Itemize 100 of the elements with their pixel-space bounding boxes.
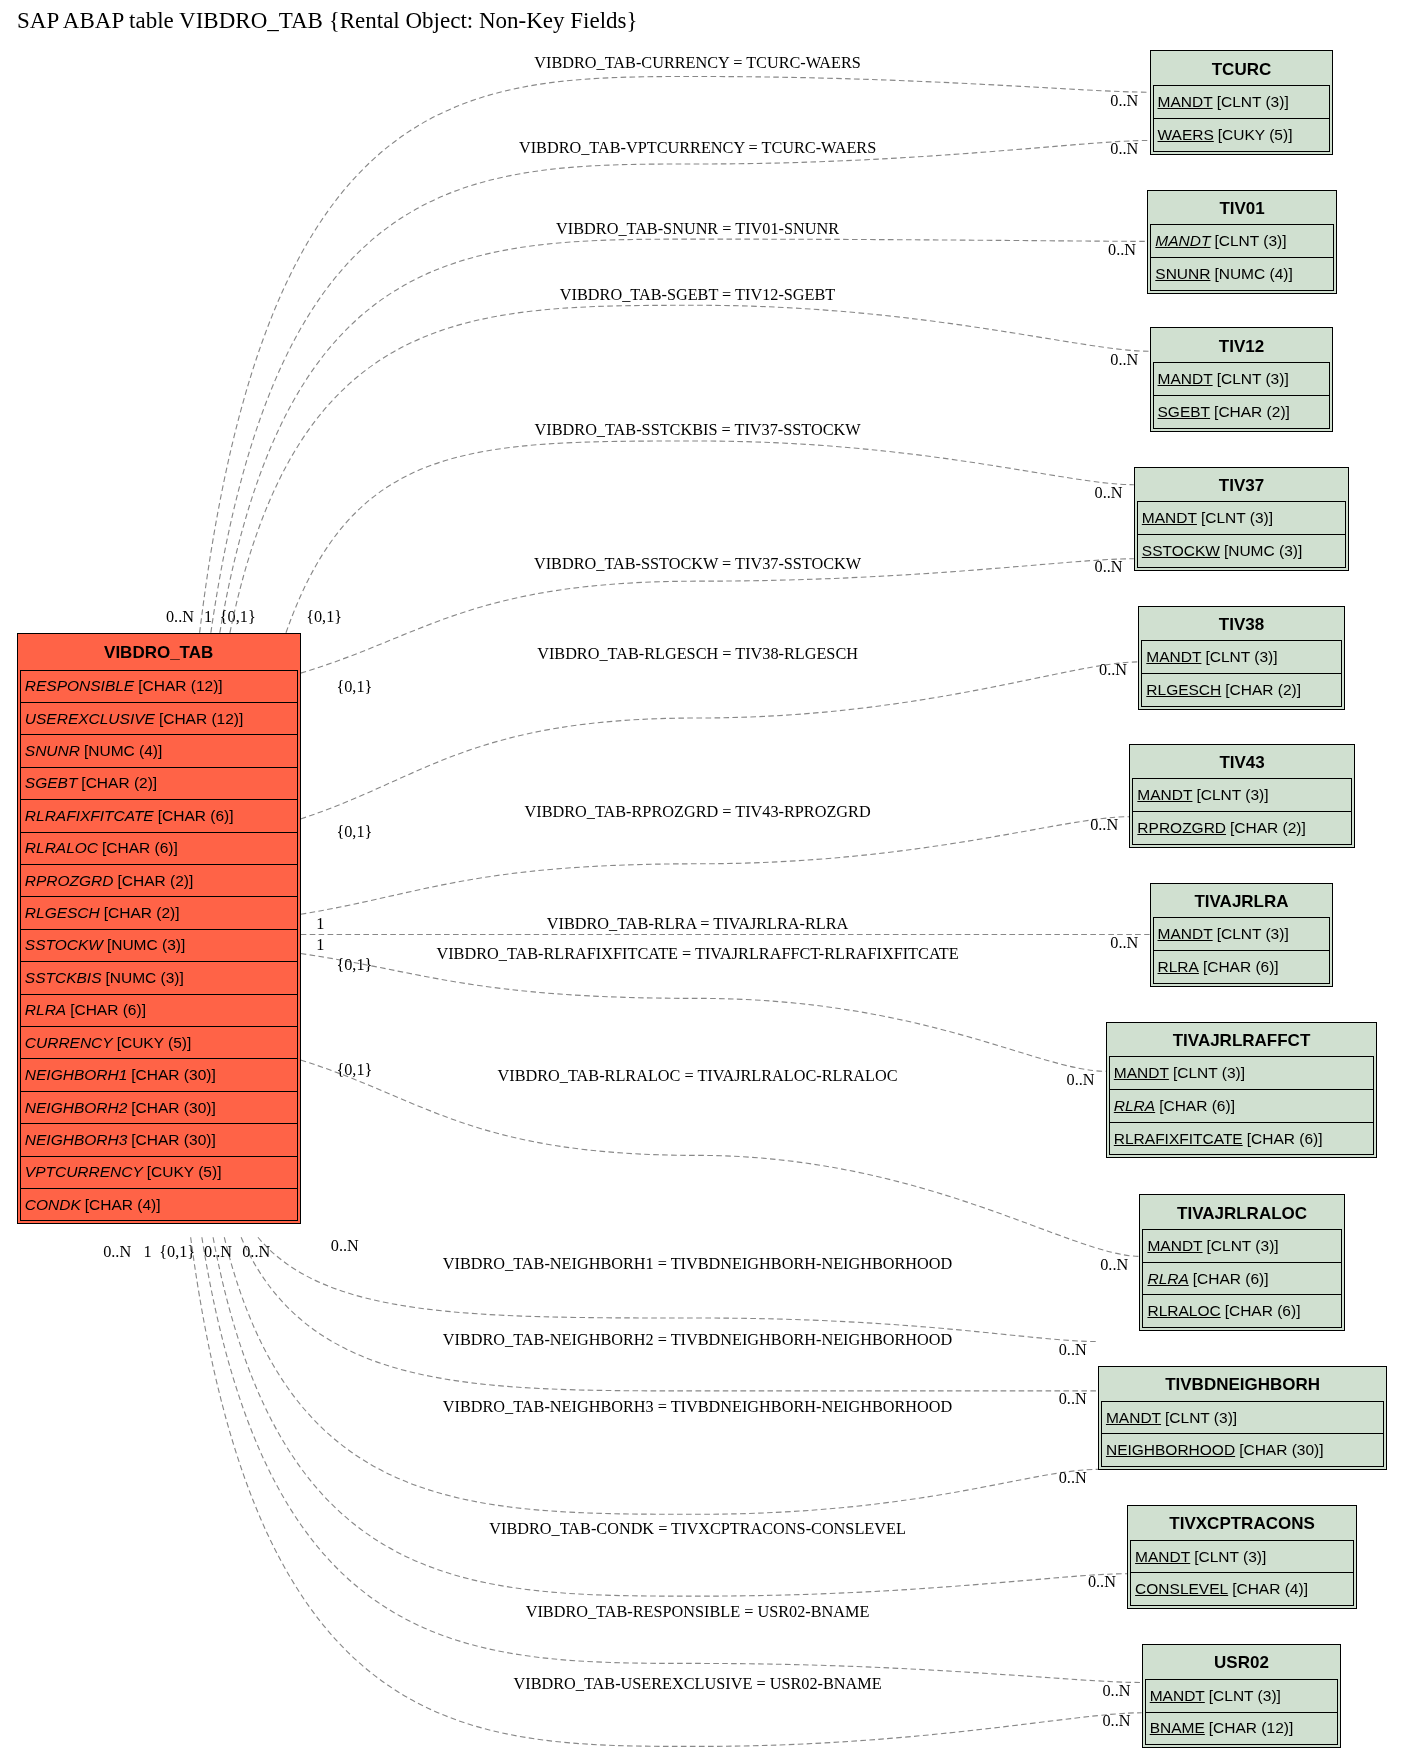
table-name: TIV12 <box>1217 335 1266 358</box>
field-type: [CHAR (2)] <box>1214 402 1290 421</box>
relationship-label: VIBDRO_TAB-NEIGHBORH2 = TIVBDNEIGHBORH-NEIGHBORHOOD <box>442 1330 953 1349</box>
relationship-label: VIBDRO_TAB-RLRAFIXFITCATE = TIVAJRLRAFFCT-RLRAFIXFITCATE <box>436 945 959 964</box>
field-type: [CHAR (2)] <box>81 774 158 793</box>
relationship-label: VIBDRO_TAB-VPTCURRENCY = TCURC-WAERS <box>518 138 877 157</box>
field-name: VPTCURRENCY <box>24 1163 143 1182</box>
cardinality-label: 0..N <box>1058 1341 1087 1359</box>
field-name: NEIGHBORHOOD <box>1105 1441 1236 1460</box>
cardinality-label: 0..N <box>1110 91 1139 110</box>
cardinality-label: 0..N <box>1094 484 1123 503</box>
cardinality-label: 0..N <box>204 1243 233 1262</box>
table-name: TIV43 <box>1218 751 1266 774</box>
field-type: [NUMC (3)] <box>106 936 186 955</box>
field-name: RLRALOC <box>24 839 99 858</box>
field-type: [CHAR (2)] <box>1225 680 1302 699</box>
table-name: TIV01 <box>1218 197 1266 220</box>
field-name: SNUNR <box>24 742 80 761</box>
field-name: SSTOCKW <box>24 936 103 955</box>
field-type: [CHAR (30)] <box>1239 1441 1324 1460</box>
cardinality-label: 0..N <box>1087 1573 1116 1592</box>
field-type: [CHAR (30)] <box>131 1098 216 1117</box>
field-name: RESPONSIBLE <box>24 677 135 696</box>
cardinality-label: 0..N <box>1100 1255 1129 1274</box>
field-type: [CLNT (3)] <box>1214 232 1287 251</box>
field-name: NEIGHBORH3 <box>24 1130 128 1149</box>
table-name: TIVAJRLRAFFCT <box>1171 1030 1312 1053</box>
field-name: WAERS <box>1157 125 1214 144</box>
cardinality-label: 0..N <box>330 1236 359 1255</box>
field-name: RLRAFIXFITCATE <box>24 806 154 825</box>
field-type: [NUMC (4)] <box>1214 264 1293 283</box>
cardinality-label: {0,1} <box>306 607 343 626</box>
table-name: TIVAJRLRALOC <box>1176 1202 1309 1225</box>
relationship-label: VIBDRO_TAB-RLRALOC = TIVAJRLRALOC-RLRALOC <box>497 1067 898 1086</box>
field-name: CONSLEVEL <box>1135 1580 1229 1599</box>
relationship-label: VIBDRO_TAB-SSTOCKW = TIV37-SSTOCKW <box>534 554 862 573</box>
field-type: [CLNT (3)] <box>1200 509 1273 528</box>
field-type: [CHAR (30)] <box>131 1130 216 1149</box>
field-name: MANDT <box>1105 1408 1162 1427</box>
cardinality-label: 0..N <box>1110 933 1139 952</box>
field-type: [CLNT (3)] <box>1196 786 1269 805</box>
cardinality-label: 1 <box>143 1243 152 1262</box>
field-name: USEREXCLUSIVE <box>24 709 155 728</box>
relationship-label: VIBDRO_TAB-CURRENCY = TCURC-WAERS <box>534 53 861 72</box>
field-type: [CHAR (12)] <box>158 709 244 728</box>
relationship-label: VIBDRO_TAB-RLGESCH = TIV38-RLGESCH <box>537 644 858 663</box>
relationship-label: VIBDRO_TAB-RLRA = TIVAJRLRA-RLRA <box>546 914 849 933</box>
cardinality-label: {0,1} <box>336 956 373 975</box>
field-name: SSTCKBIS <box>24 968 102 987</box>
field-type: [CLNT (3)] <box>1216 93 1289 112</box>
table-name: USR02 <box>1213 1652 1270 1675</box>
field-type: [CUKY (5)] <box>146 1163 222 1182</box>
field-type: [CHAR (2)] <box>103 904 180 923</box>
field-type: [CLNT (3)] <box>1216 925 1289 944</box>
table-name: TIVBDNEIGHBORH <box>1164 1374 1322 1397</box>
relationship-label: VIBDRO_TAB-SSTCKBIS = TIV37-SSTOCKW <box>534 421 861 440</box>
field-type: [CUKY (5)] <box>116 1033 192 1052</box>
cardinality-label: {0,1} <box>219 607 256 626</box>
field-type: [CHAR (30)] <box>131 1066 216 1085</box>
cardinality-label: {0,1} <box>159 1243 196 1262</box>
field-name: BNAME <box>1149 1719 1205 1738</box>
field-name: RLRA <box>1157 957 1199 976</box>
field-type: [CHAR (6)] <box>157 806 234 825</box>
cardinality-label: 1 <box>204 607 213 626</box>
field-type: [NUMC (3)] <box>105 968 184 987</box>
cardinality-label: {0,1} <box>336 1060 373 1079</box>
cardinality-label: 0..N <box>1090 816 1119 835</box>
cardinality-label: 0..N <box>1066 1070 1095 1089</box>
field-type: [NUMC (3)] <box>1223 541 1303 560</box>
field-name: SNUNR <box>1155 264 1211 283</box>
field-type: [CHAR (6)] <box>102 839 178 858</box>
field-name: SSTOCKW <box>1141 541 1220 560</box>
diagram-title: SAP ABAP table VIBDRO_TAB {Rental Object: Non-Key Fields} <box>16 7 639 34</box>
field-name: RLGESCH <box>1146 680 1222 699</box>
cardinality-label: 0..N <box>1099 661 1128 680</box>
field-type: [CLNT (3)] <box>1194 1547 1267 1566</box>
field-name: NEIGHBORH1 <box>24 1066 128 1085</box>
field-name: MANDT <box>1113 1064 1169 1083</box>
cardinality-label: 1 <box>316 936 325 955</box>
field-name: MANDT <box>1146 648 1202 667</box>
field-type: [CLNT (3)] <box>1205 648 1278 667</box>
field-name: RLGESCH <box>24 904 100 923</box>
relationship-label: VIBDRO_TAB-RPROZGRD = TIV43-RPROZGRD <box>524 802 871 821</box>
field-type: [CHAR (4)] <box>84 1195 161 1214</box>
cardinality-label: 0..N <box>1094 558 1123 577</box>
field-type: [CLNT (3)] <box>1216 370 1289 389</box>
cardinality-label: 1 <box>316 914 325 933</box>
relationship-label: VIBDRO_TAB-NEIGHBORH3 = TIVBDNEIGHBORH-NEIGHBORHOOD <box>442 1398 953 1417</box>
relationship-label: VIBDRO_TAB-CONDK = TIVXCPTRACONS-CONSLEVEL <box>489 1520 906 1539</box>
cardinality-label: 0..N <box>242 1243 271 1262</box>
cardinality-label: {0,1} <box>336 822 373 841</box>
cardinality-label: 0..N <box>1102 1712 1131 1731</box>
relationship-label: VIBDRO_TAB-SGEBT = TIV12-SGEBT <box>559 285 836 304</box>
relationship-label: VIBDRO_TAB-NEIGHBORH1 = TIVBDNEIGHBORH-NEIGHBORHOOD <box>442 1254 953 1273</box>
cardinality-label: 0..N <box>1058 1390 1087 1409</box>
field-type: [CHAR (12)] <box>1208 1719 1294 1738</box>
cardinality-label: {0,1} <box>336 678 373 697</box>
table-name: TIV38 <box>1217 614 1266 636</box>
field-name: RPROZGRD <box>24 871 114 890</box>
field-name: MANDT <box>1157 370 1213 389</box>
